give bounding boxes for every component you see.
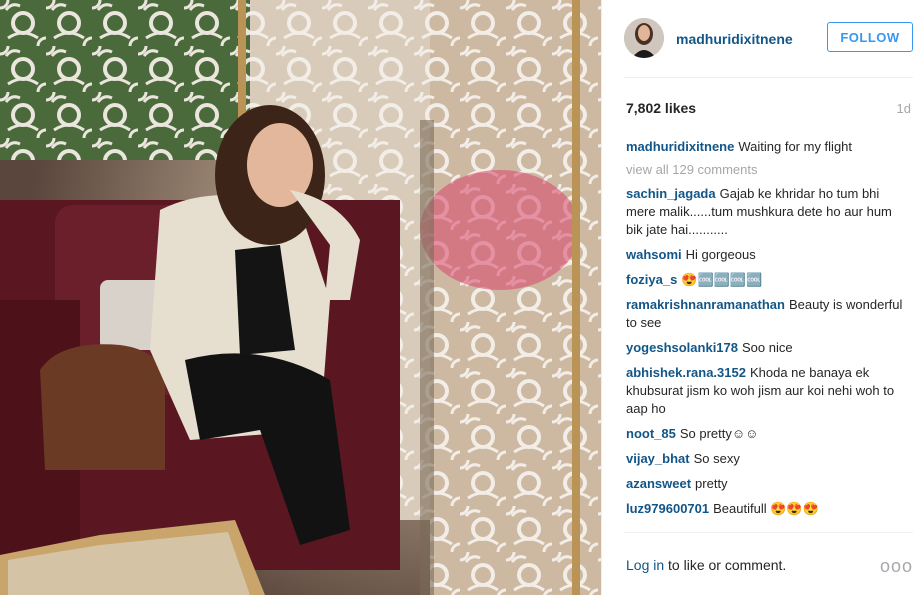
comments-list: madhuridixitnene Waiting for my flight vi… xyxy=(626,138,906,530)
caption: madhuridixitnene Waiting for my flight xyxy=(626,138,906,156)
more-options-icon[interactable]: ooo xyxy=(880,556,913,577)
follow-button[interactable]: FOLLOW xyxy=(827,22,913,52)
login-link[interactable]: Log in xyxy=(626,557,664,573)
comment-username[interactable]: ramakrishnanramanathan xyxy=(626,297,785,312)
comment-text: Soo nice xyxy=(742,340,793,355)
comment-item: sachin_jagada Gajab ke khridar ho tum bhi… xyxy=(626,185,906,239)
post-age[interactable]: 1d xyxy=(897,101,911,116)
comment-username[interactable]: noot_85 xyxy=(626,426,676,441)
comment-username[interactable]: luz979600701 xyxy=(626,501,709,516)
post-header: madhuridixitnene FOLLOW xyxy=(624,15,913,63)
comment-item: yogeshsolanki178 Soo nice xyxy=(626,339,906,357)
login-prompt: Log in to like or comment. xyxy=(626,557,786,573)
post-sidebar: madhuridixitnene FOLLOW 7,802 likes 1d m… xyxy=(601,0,923,595)
comment-username[interactable]: azansweet xyxy=(626,476,691,491)
login-prompt-text: to like or comment. xyxy=(664,557,787,573)
comment-text: So sexy xyxy=(693,451,740,466)
likes-count[interactable]: 7,802 likes xyxy=(626,100,696,116)
comment-item: luz979600701 Beautifull 😍😍😍 xyxy=(626,500,906,518)
caption-text: Waiting for my flight xyxy=(738,139,853,154)
avatar[interactable] xyxy=(624,18,664,58)
avatar-image xyxy=(624,18,664,58)
footer-divider xyxy=(624,532,913,533)
comment-username[interactable]: yogeshsolanki178 xyxy=(626,340,738,355)
header-divider xyxy=(624,77,913,78)
comment-item: vijay_bhat So sexy xyxy=(626,450,906,468)
comment-username[interactable]: wahsomi xyxy=(626,247,682,262)
view-all-comments-link[interactable]: view all 129 comments xyxy=(626,162,906,177)
comment-username[interactable]: sachin_jagada xyxy=(626,186,716,201)
comment-text: So pretty☺☺ xyxy=(679,426,759,441)
comment-item: wahsomi Hi gorgeous xyxy=(626,246,906,264)
comment-username[interactable]: abhishek.rana.3152 xyxy=(626,365,746,380)
photo-illustration xyxy=(0,0,601,595)
caption-username[interactable]: madhuridixitnene xyxy=(626,139,734,154)
username-link[interactable]: madhuridixitnene xyxy=(676,31,793,47)
comment-item: foziya_s 😍🆒🆒🆒🆒 xyxy=(626,271,906,289)
comment-text: pretty xyxy=(695,476,728,491)
comment-text: 😍🆒🆒🆒🆒 xyxy=(681,272,763,287)
comment-item: ramakrishnanramanathan Beauty is wonderfu… xyxy=(626,296,906,332)
comment-item: abhishek.rana.3152 Khoda ne banaya ek khu… xyxy=(626,364,906,418)
comment-text: Beautifull 😍😍😍 xyxy=(713,501,819,516)
comment-item: noot_85 So pretty☺☺ xyxy=(626,425,906,443)
comment-text: Hi gorgeous xyxy=(685,247,756,262)
post-photo[interactable] xyxy=(0,0,601,595)
comment-item: azansweet pretty xyxy=(626,475,906,493)
comment-username[interactable]: foziya_s xyxy=(626,272,677,287)
comment-username[interactable]: vijay_bhat xyxy=(626,451,690,466)
